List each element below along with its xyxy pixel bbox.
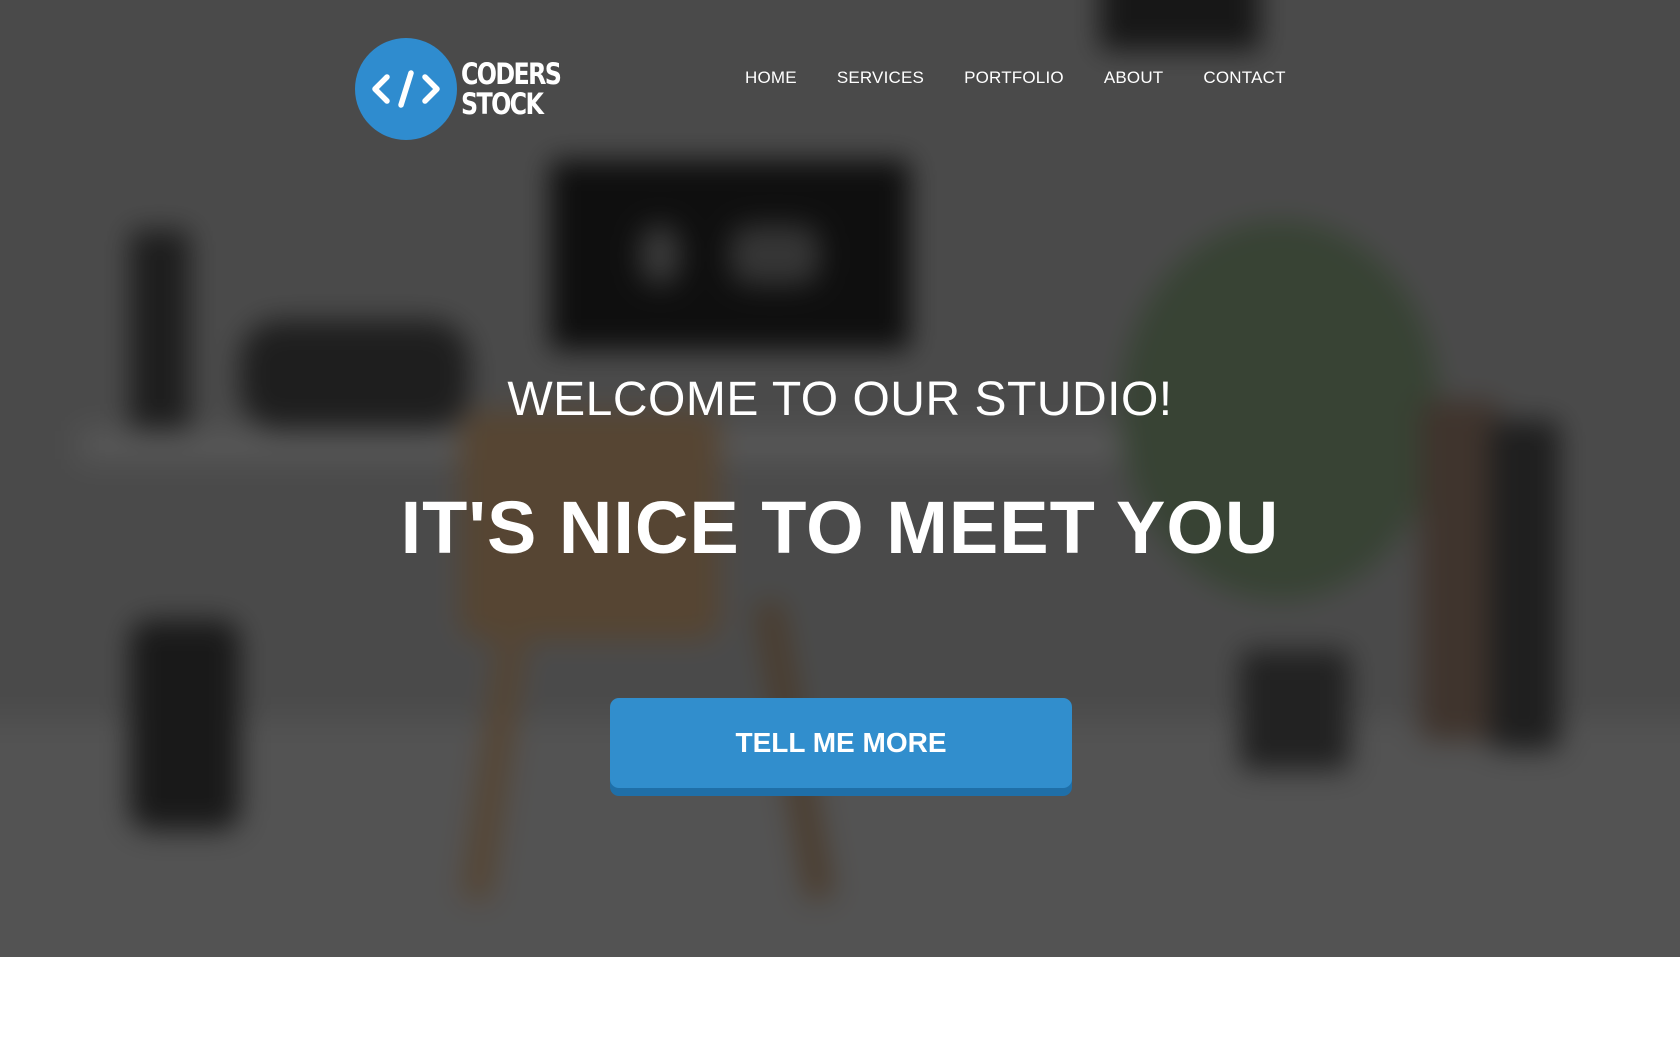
hero-heading: IT'S NICE TO MEET YOU (400, 486, 1280, 569)
nav-item-home[interactable]: HOME (745, 68, 797, 88)
nav-item-services[interactable]: SERVICES (837, 68, 924, 88)
tell-me-more-button[interactable]: TELL ME MORE (610, 698, 1072, 788)
code-brackets-icon (355, 38, 457, 140)
hero-section: CODERS STOCK HOME SERVICES PORTFOLIO ABO… (0, 0, 1680, 957)
site-logo[interactable]: CODERS STOCK (355, 38, 582, 140)
code-brackets-icon-glyph (372, 70, 440, 108)
logo-line-2: STOCK (461, 87, 544, 121)
hero-subheading: WELCOME TO OUR STUDIO! (507, 373, 1173, 426)
nav-item-about[interactable]: ABOUT (1104, 68, 1164, 88)
hero-dark-overlay (0, 0, 1680, 957)
nav-item-contact[interactable]: CONTACT (1203, 68, 1285, 88)
nav-item-portfolio[interactable]: PORTFOLIO (964, 68, 1064, 88)
logo-line-1: CODERS (461, 57, 562, 91)
main-navigation: HOME SERVICES PORTFOLIO ABOUT CONTACT (745, 68, 1286, 88)
logo-wordmark: CODERS STOCK (461, 57, 562, 121)
